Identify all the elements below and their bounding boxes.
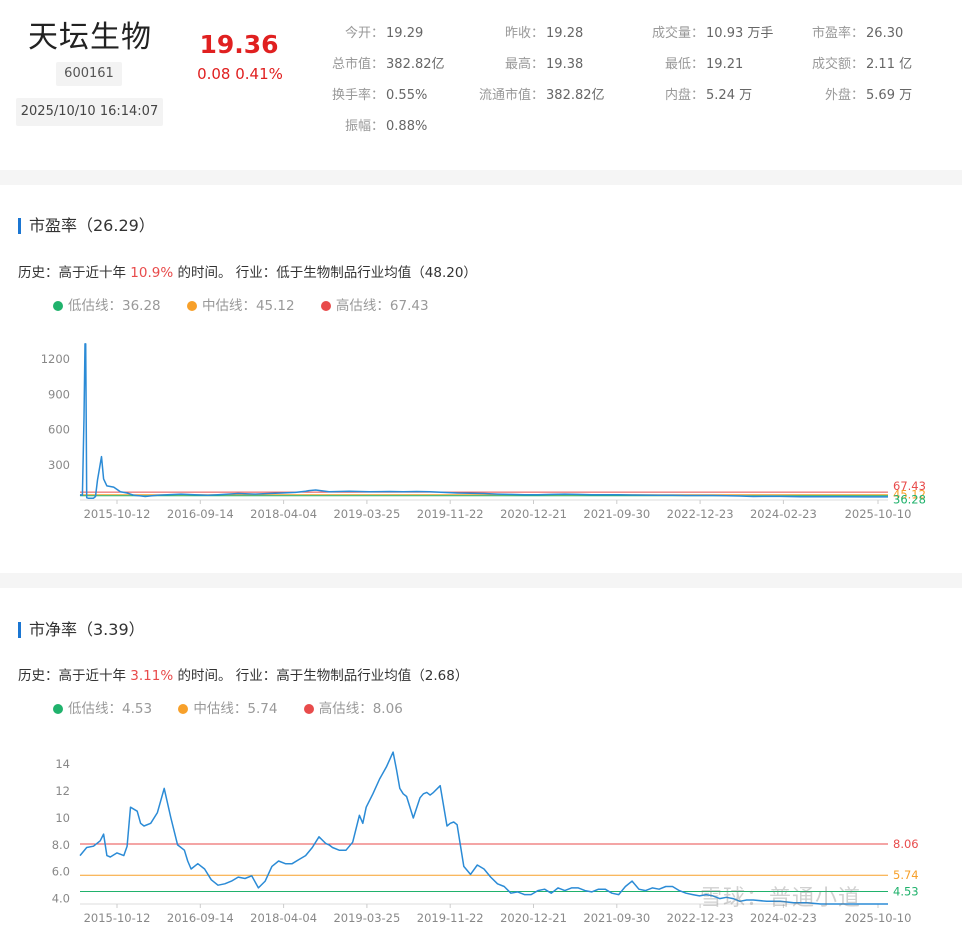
pe-ref-line-label: 36.28 [893,493,926,507]
quote-amplitude: 振幅： 0.88% [345,119,428,134]
pb-x-tick-label: 2024-02-23 [750,911,817,925]
pb-y-tick-label: 8.0 [52,838,70,852]
green-dot-icon [53,704,63,714]
pe-legend-low[interactable]: 低估线：36.28 [53,294,161,314]
pb-ref-line-label: 8.06 [893,837,919,851]
quote-low: 最低： 19.21 [665,57,744,72]
pe-x-tick-label: 2020-12-21 [500,507,567,521]
pb-y-tick-label: 12 [55,784,70,798]
quote-turnover-amount: 成交额： 2.11 亿 [812,57,913,72]
pb-x-tick-label: 2020-12-21 [500,911,567,925]
current-price: 19.36 [199,30,279,59]
pe-x-tick-label: 2024-02-23 [750,507,817,521]
red-dot-icon [320,301,331,311]
pe-legend-high[interactable]: 高估线：67.43 [320,294,429,314]
pe-section-title: 市盈率（26.29） [18,218,155,234]
quote-header: 天坛生物 600161 2025/10/10 16:14:07 19.36 0.… [0,0,962,170]
pe-x-tick-label: 2022-12-23 [667,507,734,521]
pb-ref-line-label: 5.74 [893,868,919,882]
pe-x-tick-label: 2025-10-10 [845,507,912,521]
pb-legend: 低估线：4.53 中估线：5.74 高估线：8.06 [53,697,425,717]
pb-x-tick-label: 2018-04-04 [250,911,317,925]
pb-y-tick-label: 4.0 [52,892,70,906]
quote-volume: 成交量： 10.93 万手 [652,26,774,41]
pb-x-tick-label: 2021-09-30 [583,911,650,925]
pb-y-tick-label: 10 [55,811,70,825]
quote-prev-close: 昨收： 19.28 [505,26,584,41]
pb-x-tick-label: 2016-09-14 [167,911,234,925]
pb-x-tick-label: 2019-03-25 [333,911,400,925]
orange-dot-icon [186,301,197,311]
pb-x-tick-label: 2019-11-22 [417,911,484,925]
quote-outer-volume: 外盘： 5.69 万 [825,88,913,103]
pb-x-tick-label: 2015-10-12 [84,911,151,925]
pe-x-tick-label: 2015-10-12 [84,507,151,521]
stock-name: 天坛生物 [28,20,152,55]
section-divider [0,170,962,185]
pe-series-line [79,343,888,499]
pe-y-tick-label: 900 [48,387,70,401]
quote-turnover-rate: 换手率： 0.55% [332,88,428,103]
pe-y-tick-label: 300 [48,458,70,472]
section-divider [0,573,962,588]
quote-float-cap: 流通市值： 382.82亿 [479,88,605,103]
stock-code-badge: 600161 [56,62,122,86]
pe-chart[interactable]: 300 600 900 1200 2015-10-12 2016-09-14 2018-04… [0,320,962,530]
pb-legend-high[interactable]: 高估线：8.06 [303,697,403,717]
pe-y-tick-label: 1200 [41,352,70,366]
price-change: 0.08 0.41% [197,65,283,83]
pe-y-tick-label: 600 [48,423,70,437]
quote-inner-volume: 内盘： 5.24 万 [665,88,753,103]
pe-legend-mid[interactable]: 中估线：45.12 [186,294,295,314]
pe-x-tick-label: 2019-03-25 [333,507,400,521]
pb-x-tick-label: 2022-12-23 [667,911,734,925]
pe-x-tick-label: 2018-04-04 [250,507,317,521]
pb-ref-line-label: 4.53 [893,884,919,898]
quote-market-cap: 总市值： 382.82亿 [332,57,445,72]
pb-legend-mid[interactable]: 中估线：5.74 [178,697,277,717]
pb-legend-low[interactable]: 低估线：4.53 [53,697,152,717]
pb-y-tick-label: 6.0 [52,865,70,879]
pe-x-tick-label: 2021-09-30 [583,507,650,521]
pb-section-title: 市净率（3.39） [18,622,145,638]
red-dot-icon [303,704,314,714]
pb-history-text: 历史：高于近十年 3.11% 的时间。 行业：高于生物制品行业均值（2.68） [18,668,469,684]
pe-legend: 低估线：36.28 中估线：45.12 高估线：67.43 [53,294,451,314]
green-dot-icon [53,301,63,311]
orange-dot-icon [178,704,189,714]
quote-timestamp: 2025/10/10 16:14:07 [16,98,163,126]
pb-y-tick-label: 14 [55,757,70,771]
quote-open: 今开： 19.29 [345,26,424,41]
watermark: 雪球：普通小道 [700,886,862,911]
pe-x-tick-label: 2019-11-22 [417,507,484,521]
quote-pe: 市盈率： 26.30 [812,26,904,41]
pb-x-tick-label: 2025-10-10 [845,911,912,925]
pe-x-tick-label: 2016-09-14 [167,507,234,521]
quote-high: 最高： 19.38 [505,57,584,72]
pe-history-text: 历史：高于近十年 10.9% 的时间。 行业：低于生物制品行业均值（48.20） [18,265,477,281]
